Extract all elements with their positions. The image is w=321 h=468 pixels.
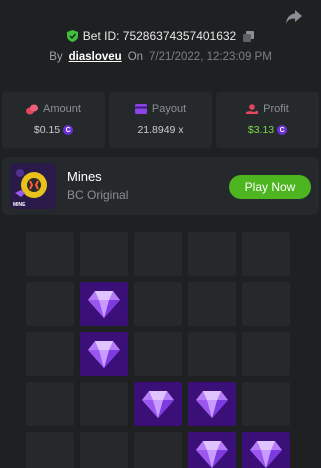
gem-tile: [188, 432, 236, 468]
stat-value: 21.8949 x: [137, 124, 183, 136]
gem-icon: [88, 291, 120, 318]
hidden-tile: [188, 332, 236, 376]
profit-hand-icon: [246, 103, 259, 114]
gem-tile: [80, 332, 128, 376]
coins-icon: [26, 104, 39, 114]
gem-icon: [88, 341, 120, 368]
mines-board: [26, 232, 290, 468]
coin-icon: C: [277, 125, 288, 135]
bet-datetime: 7/21/2022, 12:23:09 PM: [149, 51, 272, 63]
hidden-tile: [134, 282, 182, 326]
stat-label: Amount: [43, 103, 81, 115]
gem-tile: [80, 282, 128, 326]
hidden-tile: [26, 432, 74, 468]
hidden-tile: [134, 232, 182, 276]
stat-profit: Profit $3.13 C: [216, 92, 319, 148]
hidden-tile: [26, 332, 74, 376]
hidden-tile: [188, 232, 236, 276]
stats-row: Amount $0.15 C Payout 21.8949 x Profit $…: [2, 92, 319, 148]
gem-tile: [134, 382, 182, 426]
verified-shield-icon: [66, 30, 78, 42]
gem-icon: [196, 441, 228, 468]
play-now-button[interactable]: Play Now: [229, 175, 311, 199]
on-label: On: [127, 51, 144, 63]
game-name: Mines: [67, 169, 102, 184]
gem-tile: [242, 432, 290, 468]
gem-icon: [142, 391, 174, 418]
hidden-tile: [242, 282, 290, 326]
thumbnail-caption: MINE: [13, 202, 26, 208]
gem-icon: [196, 391, 228, 418]
bet-meta-line: By diasloveu On 7/21/2022, 12:23:09 PM: [0, 51, 321, 63]
bet-id: Bet ID: 75286374357401632: [82, 29, 237, 43]
copy-icon[interactable]: [243, 30, 255, 42]
hidden-tile: [26, 382, 74, 426]
stat-payout: Payout 21.8949 x: [109, 92, 212, 148]
hidden-tile: [26, 282, 74, 326]
stat-value: $0.15 C: [33, 124, 74, 136]
payout-card-icon: [134, 104, 147, 114]
stat-amount: Amount $0.15 C: [2, 92, 105, 148]
hidden-tile: [134, 432, 182, 468]
stat-label: Profit: [263, 103, 289, 115]
coin-icon: C: [63, 125, 74, 135]
stat-label: Payout: [151, 103, 187, 115]
profit-value: $3.13: [247, 124, 275, 136]
mine-bomb-icon: MINE: [10, 163, 56, 209]
hidden-tile: [242, 382, 290, 426]
game-card: MINE Mines BC Original Play Now: [2, 157, 319, 215]
hidden-tile: [26, 232, 74, 276]
by-label: By: [49, 51, 63, 63]
hidden-tile: [134, 332, 182, 376]
hidden-tile: [242, 232, 290, 276]
mines-game-thumbnail[interactable]: MINE: [10, 163, 56, 209]
gem-tile: [188, 382, 236, 426]
share-icon[interactable]: [285, 9, 303, 25]
stat-value: $3.13 C: [247, 124, 288, 136]
hidden-tile: [188, 282, 236, 326]
amount-value: $0.15: [33, 124, 61, 136]
gem-icon: [250, 441, 282, 468]
hidden-tile: [80, 232, 128, 276]
hidden-tile: [80, 432, 128, 468]
payout-value: 21.8949 x: [137, 124, 184, 136]
bet-detail-panel: Bet ID: 75286374357401632 By diasloveu O…: [0, 0, 321, 468]
game-subtitle: BC Original: [67, 188, 129, 202]
hidden-tile: [80, 382, 128, 426]
hidden-tile: [242, 332, 290, 376]
username-link[interactable]: diasloveu: [69, 51, 122, 63]
bet-id-line: Bet ID: 75286374357401632: [0, 29, 321, 43]
